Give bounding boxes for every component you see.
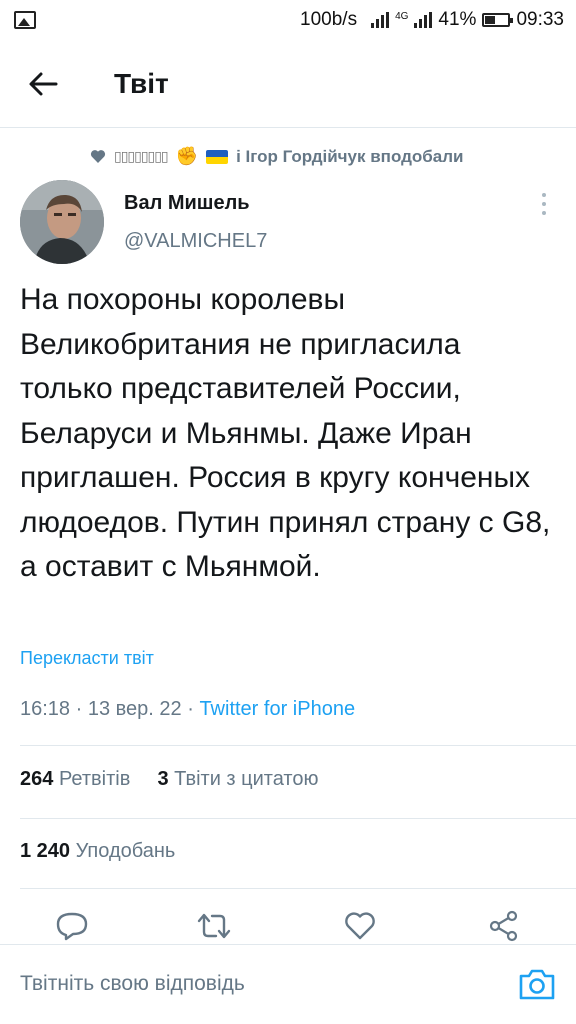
reply-input[interactable] xyxy=(20,959,500,1009)
retweets-label: Ретвітів xyxy=(58,768,131,790)
author-handle[interactable]: @VALMICHEL7 xyxy=(124,230,267,253)
divider xyxy=(20,745,576,746)
more-dot-icon xyxy=(542,201,546,206)
quotes-label: Твіти з цитатою xyxy=(174,768,319,790)
likes-label: Уподобань xyxy=(75,840,176,862)
clock: 09:33 xyxy=(516,9,564,30)
arrow-left-icon xyxy=(29,72,58,95)
more-options-button[interactable] xyxy=(534,190,554,218)
more-dot-icon xyxy=(542,192,546,197)
avatar-image xyxy=(20,180,104,264)
liked-by-context[interactable]: ▯▯▯▯▯▯▯▯ ✊ і Ігор Гордійчук вподобали xyxy=(90,146,464,167)
reply-composer-bar xyxy=(0,944,576,1024)
top-app-bar: Твіт xyxy=(0,40,576,128)
quotes-count: 3 xyxy=(157,768,169,790)
tweet-action-bar xyxy=(0,906,576,946)
quotes-link[interactable]: 3 Твіти з цитатою xyxy=(157,768,318,790)
retweets-count: 264 xyxy=(20,768,54,790)
battery-percent: 41% xyxy=(438,9,477,30)
share-button[interactable] xyxy=(484,906,524,946)
ukraine-flag-icon xyxy=(206,149,229,164)
share-icon xyxy=(489,910,518,942)
network-type: 4G xyxy=(395,11,409,22)
divider xyxy=(20,888,576,889)
signal-icon xyxy=(371,12,390,28)
liker-name-unrendered: ▯▯▯▯▯▯▯▯ xyxy=(114,148,169,164)
more-dot-icon xyxy=(542,211,546,216)
tweet-source-link[interactable]: Twitter for iPhone xyxy=(199,698,355,720)
liked-by-text: і Ігор Гордійчук вподобали xyxy=(236,146,464,166)
heart-outline-icon xyxy=(345,912,375,940)
gallery-notification-icon xyxy=(14,11,36,29)
translate-tweet-link[interactable]: Перекласти твіт xyxy=(20,648,154,669)
like-button[interactable] xyxy=(340,906,380,946)
likes-link[interactable]: 1 240 Уподобань xyxy=(20,840,175,863)
tweet-date: 13 вер. 22 xyxy=(87,698,182,720)
battery-icon xyxy=(482,13,514,27)
back-button[interactable] xyxy=(8,40,78,128)
status-bar: 100b/s 4G 41% 09:33 xyxy=(0,0,576,40)
reply-icon xyxy=(56,912,88,941)
separator-dot: · xyxy=(75,698,88,720)
avatar[interactable] xyxy=(20,180,104,264)
tweet-text: На похороны королевы Великобритания не п… xyxy=(20,283,551,583)
tweet-time: 16:18 xyxy=(20,698,71,720)
tweet-metadata: 16:18 · 13 вер. 22 · Twitter for iPhone xyxy=(20,698,355,721)
page-title: Твіт xyxy=(114,67,169,99)
retweets-link[interactable]: 264 Ретвітів xyxy=(20,768,130,790)
signal-icon-2 xyxy=(414,12,433,28)
separator-dot: · xyxy=(187,698,200,720)
camera-icon xyxy=(519,969,555,1000)
retweet-icon xyxy=(197,913,231,939)
retweet-quote-stats: 264 Ретвітів 3 Твіти з цитатою xyxy=(20,768,318,791)
heart-icon xyxy=(90,150,106,163)
author-name[interactable]: Вал Мишель xyxy=(124,192,250,215)
reply-button[interactable] xyxy=(52,906,92,946)
camera-button[interactable] xyxy=(518,967,556,1003)
retweet-button[interactable] xyxy=(194,906,234,946)
likes-count: 1 240 xyxy=(20,840,71,862)
network-speed: 100b/s xyxy=(300,9,358,30)
divider xyxy=(20,818,576,819)
fist-emoji-icon: ✊ xyxy=(175,146,199,166)
